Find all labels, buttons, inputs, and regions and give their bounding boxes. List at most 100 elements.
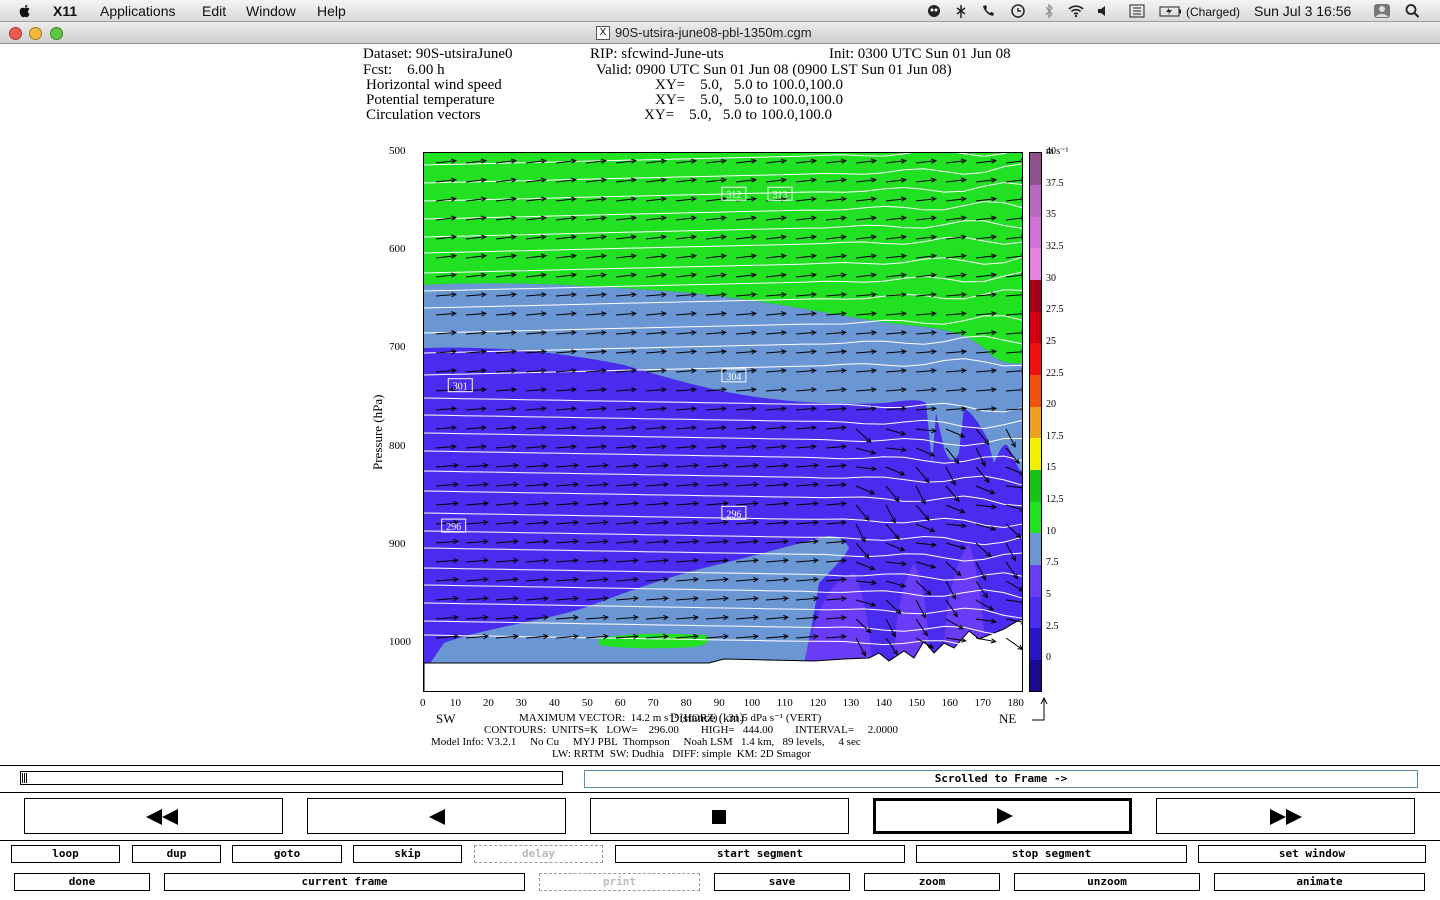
header-valid: Valid: 0900 UTC Sun 01 Jun 08 (0900 LST …: [596, 62, 952, 78]
colorbar-level-label: 32.5: [1046, 240, 1064, 252]
input-menu-icon[interactable]: [1128, 3, 1146, 19]
colorbar-segment: [1030, 184, 1041, 217]
zoom-window-icon[interactable]: [50, 27, 63, 40]
scrollbar-thumb[interactable]: [22, 773, 28, 783]
menubar-clock[interactable]: Sun Jul 3 16:56: [1254, 2, 1351, 20]
current-frame-button[interactable]: current frame: [164, 873, 525, 891]
app-name-menu[interactable]: X11: [53, 2, 77, 20]
colorbar-level-label: 17.5: [1046, 430, 1064, 442]
zoom-button[interactable]: zoom: [864, 873, 1000, 891]
cross-section-plot: 312 313 304 301 296 296: [423, 152, 1023, 692]
close-window-icon[interactable]: [9, 27, 22, 40]
panel-divider-lower: [0, 840, 1440, 841]
colorbar-segment: [1030, 564, 1041, 597]
y-tick-label: 500: [389, 145, 406, 157]
spotlight-search-icon[interactable]: [1404, 3, 1422, 19]
stop-segment-button[interactable]: stop segment: [916, 845, 1187, 863]
fast-forward-button[interactable]: [1156, 798, 1415, 834]
x-tick-label: 130: [842, 697, 860, 709]
step-back-button[interactable]: [307, 798, 566, 834]
animate-button[interactable]: animate: [1214, 873, 1425, 891]
start-segment-button[interactable]: start segment: [615, 845, 905, 863]
x-tick-label: 60: [614, 697, 626, 709]
colorbar-segment: [1030, 216, 1041, 249]
window-title: 90S-utsira-june08-pbl-1350m.cgm: [615, 25, 812, 40]
menu-window[interactable]: Window: [246, 2, 296, 20]
step-back-icon: [429, 809, 445, 825]
colorbar-level-label: 12.5: [1046, 494, 1064, 506]
x-tick-label: 10: [449, 697, 461, 709]
svg-text:296: 296: [446, 522, 461, 533]
colorbar-unit: m s⁻¹: [1046, 146, 1069, 157]
rewind-icon: [146, 809, 178, 825]
field3-name: Circulation vectors: [366, 107, 481, 123]
window-title-bar[interactable]: X 90S-utsira-june08-pbl-1350m.cgm: [0, 22, 1440, 44]
save-button[interactable]: save: [714, 873, 850, 891]
header-init: Init: 0300 UTC Sun 01 Jun 08: [829, 46, 1011, 62]
x-tick-label: 110: [776, 697, 793, 709]
y-tick-label: 700: [389, 341, 406, 354]
dup-button[interactable]: dup: [132, 845, 221, 863]
fast-forward-icon: [1270, 809, 1302, 825]
volume-icon[interactable]: [1095, 3, 1113, 19]
minimize-window-icon[interactable]: [29, 27, 42, 40]
colorbar-segment: [1030, 596, 1041, 629]
svg-text:304: 304: [726, 372, 741, 383]
frame-scrollbar[interactable]: [20, 771, 563, 785]
colorbar-segment: [1030, 659, 1041, 692]
header-fcst: Fcst: 6.00 h: [363, 62, 445, 78]
physics-info: LW: RRTM SW: Dudhia DIFF: simple KM: 2D …: [552, 748, 811, 760]
play-button[interactable]: [873, 798, 1132, 834]
bluetooth-icon[interactable]: [1040, 3, 1058, 19]
x-tick-label: 120: [809, 697, 827, 709]
colorbar-level-label: 5: [1046, 589, 1051, 601]
time-machine-icon[interactable]: [1009, 3, 1027, 19]
x-tick-label: 150: [908, 697, 926, 709]
colorbar-level-label: 25: [1046, 335, 1056, 347]
set-window-button[interactable]: set window: [1198, 845, 1426, 863]
x-tick-label: 160: [941, 697, 958, 709]
colorbar-segment: [1030, 406, 1041, 439]
loop-button[interactable]: loop: [11, 845, 120, 863]
battery-icon[interactable]: [1159, 3, 1183, 19]
colorbar-segment: [1030, 469, 1041, 502]
svg-text:313: 313: [773, 190, 788, 201]
x-tick-label: 140: [875, 697, 893, 709]
stop-button[interactable]: [590, 798, 849, 834]
delay-button[interactable]: delay: [474, 845, 603, 863]
menu-applications[interactable]: Applications: [100, 2, 176, 20]
colorbar-segment: [1030, 342, 1041, 376]
phone-icon[interactable]: [979, 3, 997, 19]
goto-button[interactable]: goto: [232, 845, 342, 863]
vector-scale-arrow-icon: [1032, 696, 1048, 721]
unzoom-button[interactable]: unzoom: [1014, 873, 1200, 891]
x-tick-label: 80: [680, 697, 692, 709]
apple-menu-icon[interactable]: [18, 3, 32, 19]
menu-help[interactable]: Help: [317, 2, 346, 20]
max-vector-info: MAXIMUM VECTOR: 14.2 m s⁻¹ (HORZ) 31.5 d…: [519, 712, 822, 724]
colorbar-level-label: 2.5: [1046, 620, 1059, 632]
panel-divider-mid: [0, 792, 1440, 793]
colorbar-segment: [1030, 247, 1041, 281]
colorbar-segment: [1030, 311, 1041, 344]
print-button[interactable]: print: [539, 873, 700, 891]
field2-name: Potential temperature: [366, 92, 495, 108]
field3-xy: XY= 5.0, 5.0 to 100.0,100.0: [644, 107, 833, 123]
colorbar-segment: [1030, 532, 1041, 565]
status-message: Scrolled to Frame ->: [584, 770, 1418, 788]
colorbar-level-label: 10: [1046, 525, 1056, 537]
done-button[interactable]: done: [14, 873, 150, 891]
colorbar-level-label: 35: [1046, 209, 1056, 221]
alien-status-icon[interactable]: [925, 3, 943, 19]
menu-edit[interactable]: Edit: [202, 2, 226, 20]
antenna-icon[interactable]: [952, 3, 970, 19]
wifi-icon[interactable]: [1067, 3, 1085, 19]
x-tick-label: 180: [1007, 697, 1024, 709]
field1-xy: XY= 5.0, 5.0 to 100.0,100.0: [655, 77, 844, 93]
skip-button[interactable]: skip: [353, 845, 462, 863]
rewind-button[interactable]: [24, 798, 283, 834]
svg-text:312: 312: [726, 190, 741, 201]
colorbar: [1029, 152, 1042, 692]
user-icon[interactable]: [1373, 3, 1391, 19]
x11-document-icon: X: [596, 26, 610, 40]
